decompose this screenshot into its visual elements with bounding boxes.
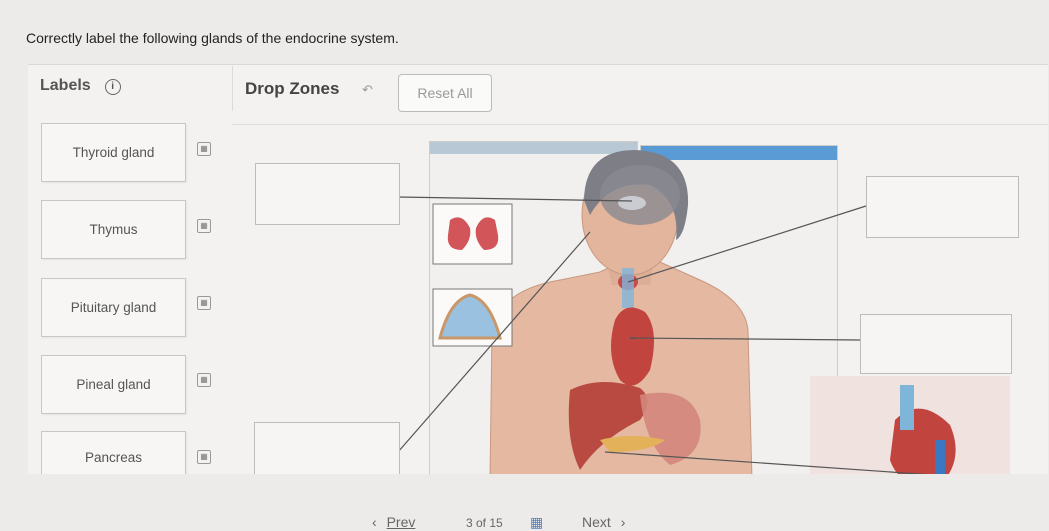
prev-button[interactable]: ‹ Prev [372,514,415,530]
chevron-right-icon: › [620,514,626,530]
endocrine-diagram [397,150,1010,488]
drop-zone-3[interactable] [866,176,1019,238]
next-button[interactable]: Next › [582,514,625,530]
prev-label: Prev [386,514,416,530]
drop-zone-4[interactable] [860,314,1012,374]
vessels [622,268,634,308]
pituitary-region [618,196,646,210]
drop-zone-1[interactable] [255,163,400,225]
footer-bar [0,474,1049,530]
thumbnail-thyroid [432,203,513,265]
inset-vessel [900,385,914,430]
page-indicator: 3 of 15 [466,516,503,530]
next-label: Next [582,514,611,530]
grid-icon[interactable]: ▦ [530,514,543,531]
chevron-left-icon: ‹ [372,514,377,530]
brain [600,165,680,225]
